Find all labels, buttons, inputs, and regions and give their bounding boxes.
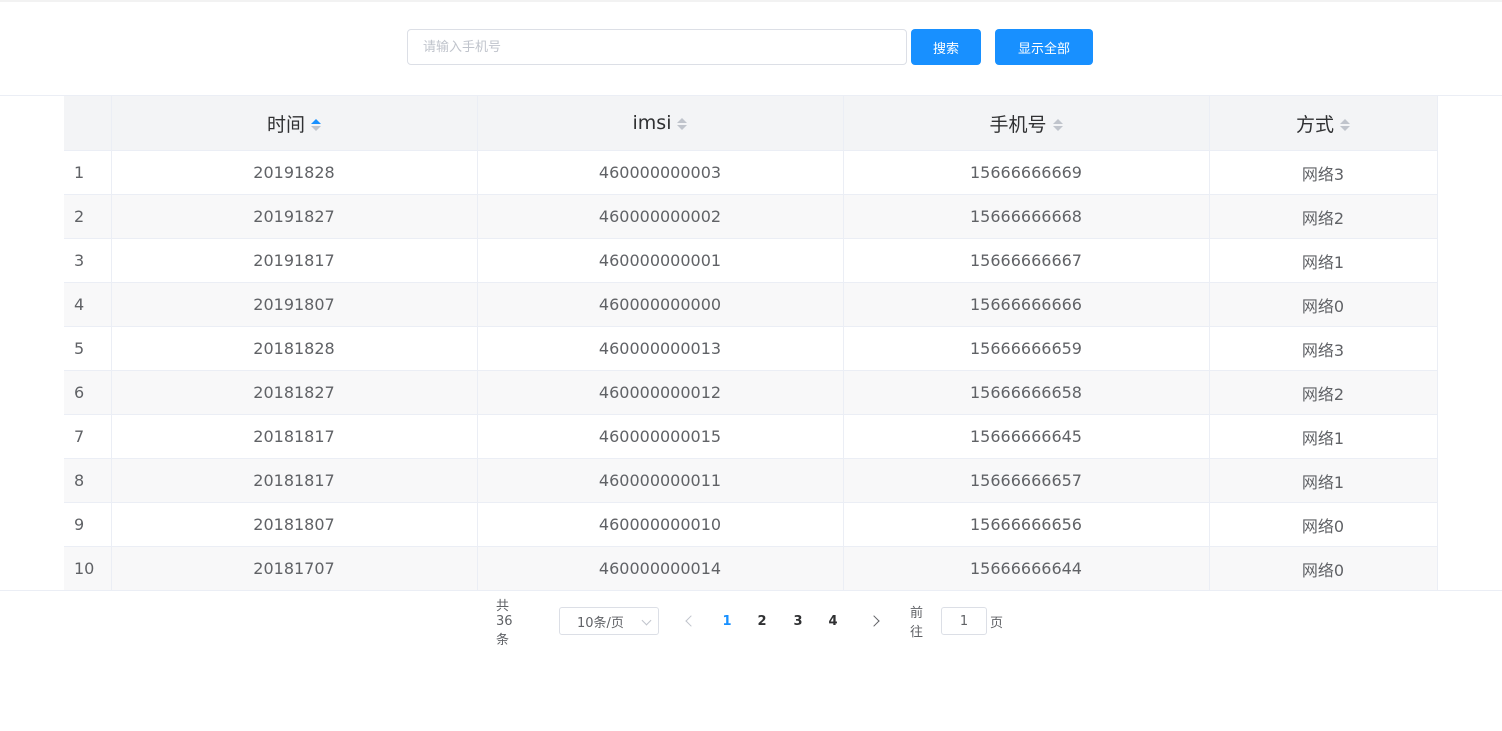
cell-time: 20181817 <box>111 458 478 503</box>
cell-phone: 15666666666 <box>843 282 1210 327</box>
cell-time: 20181827 <box>111 370 478 415</box>
column-header-label: 方式 <box>1295 113 1334 136</box>
row-index: 4 <box>64 282 112 327</box>
cell-imsi: 460000000003 <box>477 150 844 195</box>
column-header-method[interactable]: 方式 <box>1209 96 1438 151</box>
cell-method: 网络1 <box>1209 458 1438 503</box>
phone-search-input[interactable] <box>407 29 907 65</box>
cell-imsi: 460000000010 <box>477 502 844 547</box>
cell-method: 网络0 <box>1209 546 1438 591</box>
cell-time: 20191828 <box>111 150 478 195</box>
cell-time: 20191827 <box>111 194 478 239</box>
sort-caret-icon[interactable] <box>311 119 321 131</box>
row-index: 1 <box>64 150 112 195</box>
cell-phone: 15666666659 <box>843 326 1210 371</box>
page-number-2[interactable]: 2 <box>752 607 772 635</box>
cell-imsi: 460000000015 <box>477 414 844 459</box>
column-header-label: 手机号 <box>989 113 1047 136</box>
row-index: 7 <box>64 414 112 459</box>
search-button[interactable]: 搜索 <box>911 29 981 65</box>
cell-method: 网络1 <box>1209 414 1438 459</box>
column-header-label: 时间 <box>266 113 305 136</box>
cell-time: 20181828 <box>111 326 478 371</box>
table-row[interactable]: 2 20191827 460000000002 15666666668 网络2 <box>64 194 1438 239</box>
row-index: 3 <box>64 238 112 283</box>
row-index: 10 <box>64 546 112 591</box>
sort-caret-icon[interactable] <box>1340 119 1350 131</box>
chevron-down-icon <box>641 615 652 626</box>
goto-suffix: 页 <box>990 615 1004 631</box>
cell-method: 网络3 <box>1209 150 1438 195</box>
prev-page-button[interactable] <box>683 607 699 635</box>
table-row[interactable]: 9 20181807 460000000010 15666666656 网络0 <box>64 502 1438 547</box>
sort-caret-icon[interactable] <box>1052 119 1063 131</box>
table-row[interactable]: 4 20191807 460000000000 15666666666 网络0 <box>64 282 1438 327</box>
cell-phone: 15666666644 <box>843 546 1210 591</box>
cell-method: 网络2 <box>1209 370 1438 415</box>
table-row[interactable]: 7 20181817 460000000015 15666666645 网络1 <box>64 414 1438 459</box>
page-size-select[interactable]: 10条/页 <box>559 607 659 635</box>
row-index: 5 <box>64 326 112 371</box>
cell-imsi: 460000000012 <box>477 370 844 415</box>
chevron-right-icon <box>868 615 880 627</box>
goto-page-input[interactable]: 1 <box>941 607 987 635</box>
table-row[interactable]: 8 20181817 460000000011 15666666657 网络1 <box>64 458 1438 503</box>
chevron-left-icon <box>685 615 697 627</box>
records-table: 时间 imsi 手机号 方式 1 20191828 460000000003 1566… <box>64 96 1438 591</box>
cell-imsi: 460000000000 <box>477 282 844 327</box>
cell-imsi: 460000000011 <box>477 458 844 503</box>
page-number-3[interactable]: 3 <box>788 607 808 635</box>
cell-phone: 15666666657 <box>843 458 1210 503</box>
cell-phone: 15666666669 <box>843 150 1210 195</box>
index-column-header <box>64 96 112 151</box>
column-header-label: imsi <box>632 112 672 134</box>
cell-time: 20181807 <box>111 502 478 547</box>
table-row[interactable]: 10 20181707 460000000014 15666666644 网络0 <box>64 546 1438 591</box>
cell-time: 20191807 <box>111 282 478 327</box>
top-divider <box>0 0 1502 2</box>
row-index: 6 <box>64 370 112 415</box>
column-header-time[interactable]: 时间 <box>111 96 478 151</box>
total-count: 共 36 条 <box>496 598 513 648</box>
show-all-button[interactable]: 显示全部 <box>995 29 1093 65</box>
cell-method: 网络3 <box>1209 326 1438 371</box>
cell-imsi: 460000000001 <box>477 238 844 283</box>
next-page-button[interactable] <box>866 607 882 635</box>
table-bottom-divider <box>0 590 1502 591</box>
cell-imsi: 460000000002 <box>477 194 844 239</box>
cell-phone: 15666666658 <box>843 370 1210 415</box>
column-header-phone[interactable]: 手机号 <box>843 96 1210 151</box>
goto-label: 前往 <box>910 606 924 640</box>
cell-method: 网络2 <box>1209 194 1438 239</box>
row-index: 8 <box>64 458 112 503</box>
table-row[interactable]: 3 20191817 460000000001 15666666667 网络1 <box>64 238 1438 283</box>
table-row[interactable]: 1 20191828 460000000003 15666666669 网络3 <box>64 150 1438 195</box>
cell-imsi: 460000000014 <box>477 546 844 591</box>
page-number-1[interactable]: 1 <box>717 607 737 635</box>
page-number-4[interactable]: 4 <box>823 607 843 635</box>
sort-caret-icon[interactable] <box>677 117 688 130</box>
column-header-imsi[interactable]: imsi <box>477 96 844 151</box>
cell-phone: 15666666645 <box>843 414 1210 459</box>
cell-method: 网络0 <box>1209 282 1438 327</box>
cell-time: 20181707 <box>111 546 478 591</box>
table-row[interactable]: 6 20181827 460000000012 15666666658 网络2 <box>64 370 1438 415</box>
cell-imsi: 460000000013 <box>477 326 844 371</box>
row-index: 9 <box>64 502 112 547</box>
cell-method: 网络1 <box>1209 238 1438 283</box>
cell-time: 20181817 <box>111 414 478 459</box>
cell-phone: 15666666667 <box>843 238 1210 283</box>
cell-phone: 15666666668 <box>843 194 1210 239</box>
table-header-row: 时间 imsi 手机号 方式 <box>64 96 1438 151</box>
cell-method: 网络0 <box>1209 502 1438 547</box>
row-index: 2 <box>64 194 112 239</box>
cell-phone: 15666666656 <box>843 502 1210 547</box>
page-size-value: 10条/页 <box>577 615 624 631</box>
cell-time: 20191817 <box>111 238 478 283</box>
table-row[interactable]: 5 20181828 460000000013 15666666659 网络3 <box>64 326 1438 371</box>
